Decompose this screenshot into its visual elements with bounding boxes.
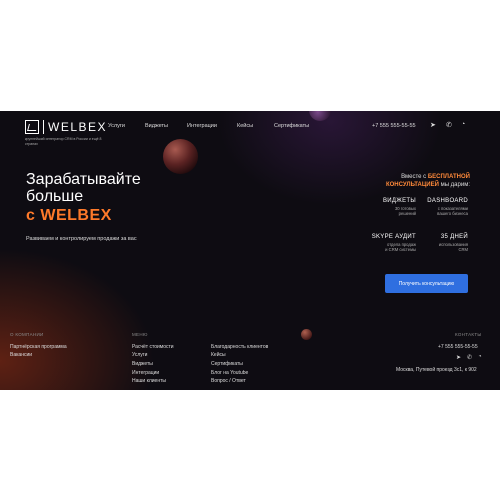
footer-link-youtube-blog[interactable]: Блог на Youtube [211,370,248,376]
footer-link-services[interactable]: Услуги [132,352,147,358]
viber-icon[interactable]: ✆ [467,354,472,361]
logo[interactable]: WELBEX [25,120,107,134]
promo-highlight: БЕСПЛАТНОЙ [427,174,470,180]
promo-line2-text: мы дарим: [438,182,470,188]
feature-35-days: 35 ДНЕЙ использования CRM [420,234,468,252]
nav-item-cases[interactable]: Кейсы [237,123,253,129]
hero-title: Зарабатывайте больше [26,171,141,205]
footer-address: Москва, Путевой проезд 3с1, к 902 [396,367,477,373]
footer-company-heading: О КОМПАНИИ [10,332,44,337]
feature-dashboard: DASHBOARD с показателями вашего бизнеса [420,198,468,216]
feature-desc-line: CRM [458,247,468,252]
feature-desc-line: вашего бизнеса [437,211,468,216]
logo-tagline: крупнейший интегратор CRM в России и ещё… [25,137,102,146]
logo-mark-icon [25,120,39,134]
footer-link-widgets[interactable]: Виджеты [132,361,153,367]
logo-divider [43,120,44,134]
feature-desc: использования CRM [420,242,468,252]
decorative-sphere [301,329,312,340]
footer-link-cases[interactable]: Кейсы [211,352,226,358]
footer-phone[interactable]: +7 555 555-55-55 [438,344,478,350]
hero-title-line2: больше [26,188,84,205]
feature-title: ВИДЖЕТЫ [383,198,416,204]
feature-title: 35 ДНЕЙ [440,234,468,240]
header-phone[interactable]: +7 555 555-55-55 [372,123,416,129]
nav-item-certificates[interactable]: Сертификаты [274,123,309,129]
feature-title: DASHBOARD [427,198,468,204]
site-viewport: WELBEX крупнейший интегратор CRM в Росси… [0,111,500,390]
viber-icon[interactable]: ✆ [446,121,452,129]
hero-title-brand: с WELBEX [26,207,112,224]
nav-item-widgets[interactable]: Виджеты [145,123,168,129]
promo-line1-text: Вместе с [401,174,428,180]
nav-item-integrations[interactable]: Интеграции [187,123,217,129]
footer-link-gratitude[interactable]: Благодарность клиентов [211,344,268,350]
feature-desc: отдела продаж и CRM системы [368,242,416,252]
footer-link-certificates[interactable]: Сертификаты [211,361,243,367]
promo-highlight: КОНСУЛЬТАЦИЕЙ [385,182,439,188]
telegram-icon[interactable]: ➤ [430,121,436,129]
feature-title: SKYPE АУДИТ [371,234,416,240]
feature-desc-line: решений [398,211,416,216]
hero-subtitle: Развиваем и контролируем продажи за вас [26,236,137,242]
footer-link-cost-calc[interactable]: Расчёт стоимости [132,344,174,350]
hero-title-line1: Зарабатывайте [26,171,141,188]
get-consultation-button[interactable]: Получить консультацию [385,274,468,293]
promo-line2: КОНСУЛЬТАЦИЕЙ мы дарим: [380,182,470,188]
decorative-sphere [163,139,198,174]
footer-link-faq[interactable]: Вопрос / Ответ [211,378,246,384]
feature-skype-audit: SKYPE АУДИТ отдела продаж и CRM системы [368,234,416,252]
footer-link-clients[interactable]: Наши клиенты [132,378,166,384]
footer-menu-heading: МЕНЮ [132,332,148,337]
feature-desc: 30 готовых решений [368,206,416,216]
promo-line1: Вместе с БЕСПЛАТНОЙ [380,174,470,180]
nav-item-services[interactable]: Услуги [108,123,125,129]
whatsapp-icon[interactable]: ◔ [478,354,482,360]
footer-link-vacancies[interactable]: Вакансии [10,352,32,358]
feature-desc: с показателями вашего бизнеса [420,206,468,216]
logo-text: WELBEX [48,120,108,134]
footer-link-partner-program[interactable]: Партнёрская программа [10,344,67,350]
whatsapp-icon[interactable]: ◔ [461,121,465,128]
footer-contacts-heading: КОНТАКТЫ [455,332,482,337]
feature-desc-line: и CRM системы [385,247,416,252]
telegram-icon[interactable]: ➤ [456,354,461,361]
feature-widgets: ВИДЖЕТЫ 30 готовых решений [368,198,416,216]
decorative-sphere [309,111,331,121]
footer-link-integrations[interactable]: Интеграции [132,370,159,376]
